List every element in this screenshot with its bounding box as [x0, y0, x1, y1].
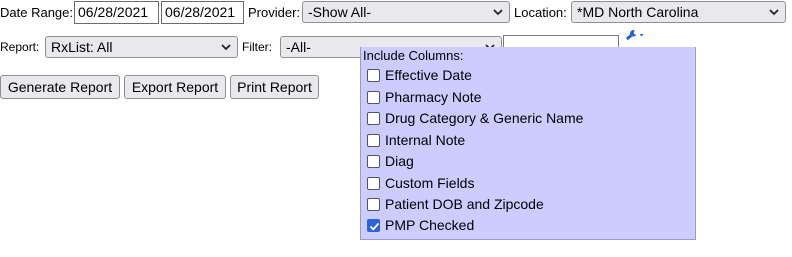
- checkbox[interactable]: [367, 218, 380, 232]
- checkbox[interactable]: [367, 176, 380, 190]
- checkbox[interactable]: [367, 197, 380, 211]
- column-option-pharmacy-note[interactable]: Pharmacy Note: [367, 87, 481, 107]
- checkbox[interactable]: [367, 111, 380, 125]
- checkbox[interactable]: [367, 68, 380, 82]
- wrench-icon: [625, 29, 644, 41]
- filter-select-value: -All-: [286, 39, 311, 55]
- column-option-label: PMP Checked: [385, 217, 475, 233]
- location-label: Location:: [514, 5, 567, 20]
- provider-select[interactable]: -Show All-: [302, 1, 510, 23]
- column-option-pmp-checked[interactable]: PMP Checked: [367, 215, 474, 235]
- column-option-label: Custom Fields: [385, 175, 475, 191]
- location-select-value: *MD North Carolina: [577, 4, 699, 20]
- column-option-label: Patient DOB and Zipcode: [385, 196, 544, 212]
- column-option-drug-category[interactable]: Drug Category & Generic Name: [367, 108, 583, 128]
- column-option-label: Drug Category & Generic Name: [385, 110, 584, 126]
- include-columns-panel: Include Columns: Effective Date Pharmacy…: [360, 47, 696, 240]
- filter-label: Filter:: [242, 40, 272, 54]
- report-select-value: RxList: All: [51, 39, 113, 55]
- generate-report-button[interactable]: Generate Report: [0, 75, 120, 99]
- column-option-internal-note[interactable]: Internal Note: [367, 130, 465, 150]
- print-report-button[interactable]: Print Report: [230, 75, 319, 99]
- checkbox[interactable]: [367, 133, 380, 147]
- location-select[interactable]: *MD North Carolina: [571, 1, 786, 23]
- column-option-label: Effective Date: [385, 67, 472, 83]
- column-option-label: Diag: [385, 153, 414, 169]
- column-option-diag[interactable]: Diag: [367, 151, 414, 171]
- chevron-down-icon: [769, 9, 779, 16]
- checkmark-icon: [369, 222, 380, 231]
- settings-dropdown-button[interactable]: [624, 28, 646, 44]
- column-option-label: Internal Note: [385, 132, 466, 148]
- date-to-input[interactable]: 06/28/2021: [161, 1, 244, 24]
- column-option-effective-date[interactable]: Effective Date: [367, 65, 472, 85]
- date-range-label: Date Range:: [0, 5, 73, 20]
- include-columns-title: Include Columns:: [363, 48, 464, 63]
- report-select[interactable]: RxList: All: [45, 36, 238, 58]
- checkbox[interactable]: [367, 154, 380, 168]
- column-option-custom-fields[interactable]: Custom Fields: [367, 173, 474, 193]
- provider-select-value: -Show All-: [308, 4, 372, 20]
- date-from-input[interactable]: 06/28/2021: [74, 1, 159, 24]
- checkbox[interactable]: [367, 90, 380, 104]
- chevron-down-icon: [221, 44, 231, 51]
- provider-label: Provider:: [248, 5, 301, 20]
- chevron-down-icon: [493, 9, 503, 16]
- export-report-button[interactable]: Export Report: [124, 75, 226, 99]
- report-label: Report:: [0, 40, 40, 54]
- column-option-patient-dob[interactable]: Patient DOB and Zipcode: [367, 194, 544, 214]
- column-option-label: Pharmacy Note: [385, 89, 482, 105]
